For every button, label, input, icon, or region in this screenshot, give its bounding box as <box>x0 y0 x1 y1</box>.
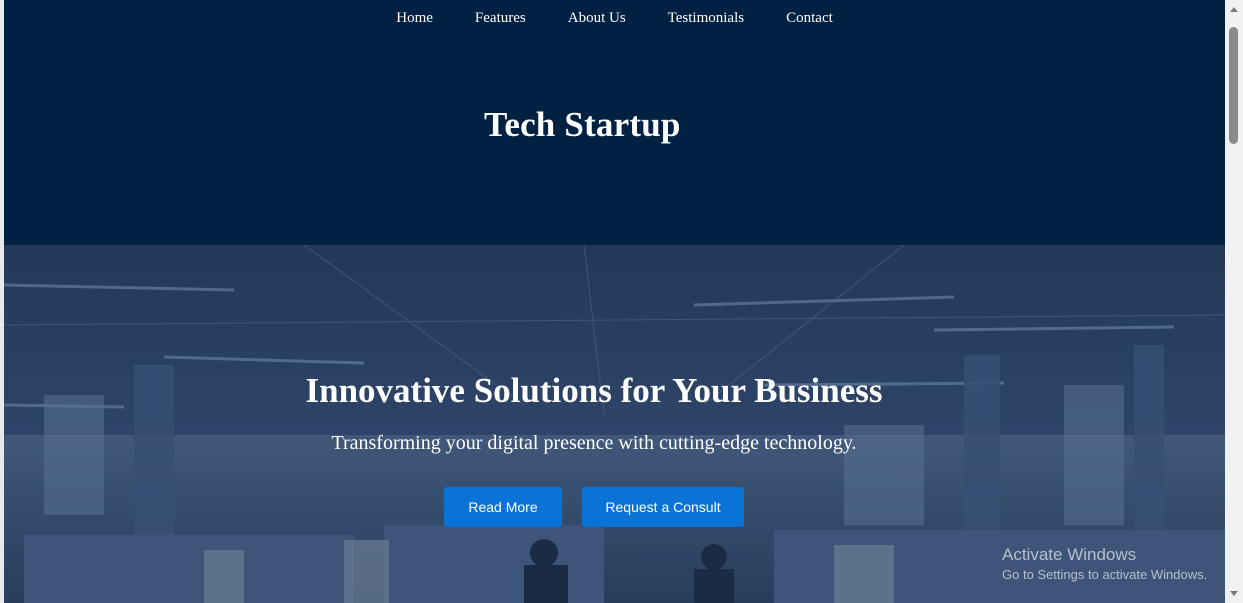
site-header: Home Features About Us Testimonials Cont… <box>4 0 1225 245</box>
watermark-subtitle: Go to Settings to activate Windows. <box>1002 567 1208 582</box>
nav-link-testimonials[interactable]: Testimonials <box>647 8 765 28</box>
web-page: Home Features About Us Testimonials Cont… <box>4 0 1225 603</box>
nav-link-features[interactable]: Features <box>454 8 547 28</box>
scroll-up-arrow-icon[interactable] <box>1230 7 1238 12</box>
scrollbar-thumb[interactable] <box>1229 27 1238 144</box>
main-nav: Home Features About Us Testimonials Cont… <box>4 8 1225 28</box>
browser-viewport: Home Features About Us Testimonials Cont… <box>0 0 1243 603</box>
activate-windows-watermark: Activate Windows Go to Settings to activ… <box>1002 545 1207 584</box>
nav-link-contact[interactable]: Contact <box>765 8 854 28</box>
site-brand-title: Tech Startup <box>484 105 681 144</box>
read-more-button[interactable]: Read More <box>444 487 562 527</box>
request-consult-button[interactable]: Request a Consult <box>582 487 744 527</box>
nav-link-home[interactable]: Home <box>375 8 454 28</box>
watermark-title: Activate Windows <box>1002 545 1137 564</box>
hero-subtitle: Transforming your digital presence with … <box>331 432 857 454</box>
hero-title: Innovative Solutions for Your Business <box>305 371 883 410</box>
hero-button-row: Read More Request a Consult <box>4 487 1184 527</box>
vertical-scrollbar[interactable] <box>1225 0 1243 603</box>
nav-link-about-us[interactable]: About Us <box>547 8 647 28</box>
scroll-down-arrow-icon[interactable] <box>1230 591 1238 596</box>
